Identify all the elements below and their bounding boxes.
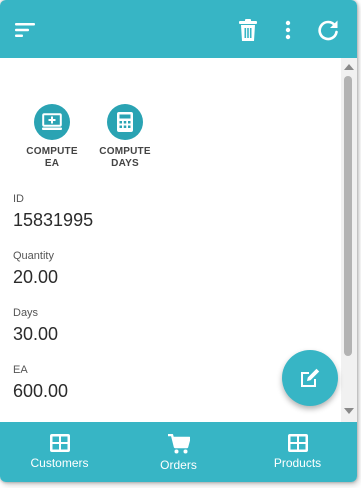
quantity-value: 20.00 (13, 267, 59, 287)
grid-icon (49, 434, 70, 452)
bottom-navigation: Customers Orders Products (0, 422, 357, 482)
refresh-icon[interactable] (315, 17, 341, 43)
nav-tab-customers[interactable]: Customers (0, 422, 119, 482)
sort-menu-icon[interactable] (12, 17, 38, 43)
cart-icon (167, 434, 190, 454)
ea-label: EA (13, 364, 28, 376)
scroll-up-arrow-icon[interactable] (344, 64, 354, 70)
quantity-label: Quantity (13, 250, 54, 262)
nav-tab-products[interactable]: Products (238, 422, 357, 482)
more-vertical-icon[interactable] (275, 17, 301, 43)
compute-ea-label-line2: EA (44, 158, 60, 169)
compute-days-label-line1: COMPUTE (99, 146, 151, 157)
compute-days-label-line2: DAYS (111, 158, 139, 169)
scroll-down-arrow-icon[interactable] (344, 408, 354, 414)
compute-ea-button[interactable]: COMPUTE EA (17, 104, 87, 170)
edit-fab-button[interactable] (282, 350, 338, 406)
trash-icon[interactable] (235, 17, 261, 43)
nav-tab-orders[interactable]: Orders (119, 422, 238, 482)
app-window: COMPUTE EA COMPUTE DAYS ID 15831995 Quan… (0, 0, 357, 482)
content-scrollbar[interactable] (341, 58, 357, 422)
id-value: 15831995 (13, 210, 94, 230)
nav-tab-customers-label: Customers (30, 456, 89, 470)
nav-tab-orders-label: Orders (160, 458, 197, 472)
compute-ea-label-line1: COMPUTE (26, 146, 78, 157)
top-app-bar (0, 0, 357, 58)
compute-days-button[interactable]: COMPUTE DAYS (90, 104, 160, 170)
add-to-screen-icon (34, 104, 70, 140)
days-label: Days (13, 307, 39, 319)
calculator-icon (107, 104, 143, 140)
edit-icon (301, 368, 320, 387)
id-label: ID (13, 193, 24, 205)
grid-icon (287, 434, 308, 452)
ea-value: 600.00 (13, 381, 69, 401)
days-value: 30.00 (13, 324, 59, 344)
scroll-thumb[interactable] (344, 76, 352, 356)
nav-tab-products-label: Products (273, 456, 322, 470)
